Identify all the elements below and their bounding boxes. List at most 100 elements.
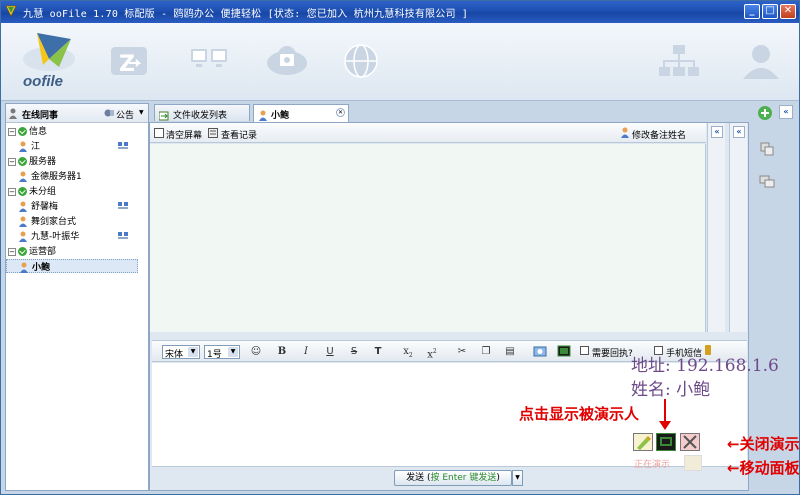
message-display (150, 144, 706, 332)
collapse-right-icon[interactable]: « (779, 105, 793, 119)
tree-user[interactable]: 舒馨梅 (18, 199, 58, 213)
group-label: 未分组 (29, 187, 57, 197)
emoji-icon[interactable]: ☺ (248, 345, 264, 359)
user-icon (20, 262, 28, 273)
computer-icon (118, 232, 128, 239)
group-icon (18, 157, 27, 166)
subscript-icon[interactable]: x2 (400, 345, 416, 359)
edit-name-icon (621, 127, 629, 138)
send-options-dropdown[interactable]: ▼ (512, 470, 523, 486)
underline-icon[interactable]: U (322, 345, 338, 359)
transfer-icon[interactable] (759, 141, 775, 157)
cut-icon[interactable]: ✂ (454, 345, 470, 359)
history-icon (208, 128, 218, 138)
user-label: 九慧-叶振华 (31, 232, 80, 242)
svg-text:Z: Z (119, 52, 135, 77)
move-panel-annotation: ←移动面板 (727, 459, 800, 477)
expand-toggle-icon[interactable]: − (8, 187, 16, 196)
collapse-left-icon[interactable]: « (711, 126, 723, 138)
tree-group[interactable]: − 未分组 (8, 184, 56, 198)
user-label: 舞剑家台式 (31, 217, 77, 227)
demo-status-label: 正在演示 (634, 460, 671, 470)
tree-user[interactable]: 小鲍 (6, 259, 138, 273)
clear-screen-icon (154, 128, 164, 138)
computer-icon (118, 202, 128, 209)
clear-screen-button[interactable]: 清空屏幕 (166, 128, 202, 141)
view-history-button[interactable]: 查看记录 (221, 128, 257, 141)
name-annotation: 姓名: 小鲍 (631, 380, 711, 400)
group-icon (18, 187, 27, 196)
paste-icon[interactable]: ▤ (502, 345, 518, 359)
minimize-button[interactable]: _ (744, 4, 760, 19)
tree-group[interactable]: − 信息 (8, 124, 47, 138)
user-icon (19, 141, 27, 152)
superscript-icon[interactable]: x2 (424, 345, 440, 360)
italic-icon[interactable]: I (298, 345, 314, 359)
move-panel-handle[interactable] (684, 455, 702, 471)
tree-group[interactable]: − 服务器 (8, 154, 56, 168)
send-file-icon[interactable]: Z (107, 41, 151, 81)
chat-toolbar: 清空屏幕 查看记录 修改备注姓名 (150, 123, 706, 143)
need-reply-label: 需要回执? (592, 349, 633, 359)
user-icon (19, 216, 27, 227)
main-window: 九慧 ooFile 1.70 标配版 - 鸥鸥办公 便捷轻松 [状态: 您已加入… (0, 0, 800, 495)
send-button[interactable]: 发送 (按 Enter 键发送) (394, 470, 512, 486)
font-select[interactable]: 宋体 ▼ (162, 345, 200, 360)
file-transfer-icon (158, 111, 169, 120)
edit-remark-name-button[interactable]: 修改备注姓名 (632, 128, 686, 141)
oofile-logo: oofile (19, 29, 89, 95)
tree-user[interactable]: 金德服务器1 (18, 169, 82, 183)
send-row: 发送 (按 Enter 键发送) ▼ (150, 467, 748, 490)
maximize-button[interactable]: □ (762, 4, 778, 19)
demo-pen-icon[interactable] (633, 433, 653, 451)
user-icon (19, 231, 27, 242)
globe-icon[interactable] (339, 41, 383, 81)
group-icon (18, 247, 27, 256)
announcement-button[interactable]: 公告 (116, 108, 134, 121)
share-screen-icon[interactable] (759, 173, 775, 189)
tree-user[interactable]: 江 (18, 139, 40, 153)
app-icon (5, 5, 17, 17)
strikethrough-icon[interactable]: S (346, 345, 362, 359)
expand-toggle-icon[interactable]: − (8, 127, 16, 136)
cloud-storage-icon[interactable] (265, 41, 309, 81)
tab-chat-xiaobao[interactable]: 小鲍 ✕ (253, 104, 349, 122)
remote-desktop-icon[interactable] (187, 41, 231, 81)
close-demo-icon[interactable] (680, 433, 700, 451)
close-button[interactable]: ✕ (780, 4, 796, 19)
tab-file-transfer-list[interactable]: 文件收发列表 (154, 104, 250, 121)
need-reply-checkbox[interactable] (580, 346, 589, 355)
font-size-select[interactable]: 1号 ▼ (204, 345, 240, 360)
down-arrow-icon (659, 399, 671, 430)
expand-toggle-icon[interactable]: − (8, 157, 16, 166)
text-color-icon[interactable]: T (370, 345, 386, 359)
collapse-left-icon-2[interactable]: « (733, 126, 745, 138)
announcement-dropdown-icon[interactable]: ▼ (139, 109, 144, 116)
window-title: 九慧 ooFile 1.70 标配版 - 鸥鸥办公 便捷轻松 [状态: 您已加入… (23, 9, 469, 20)
announcement-icon (104, 109, 114, 117)
copy-icon[interactable]: ❐ (478, 345, 494, 359)
main-toolbar: oofile Z (1, 23, 799, 101)
screen-capture-icon[interactable] (556, 345, 572, 359)
contacts-panel: 在线同事 公告 ▼ − 信息江 − 服务器 金德服务器1 − 未分组 舒馨梅 舞剑家台式 九慧-叶… (5, 103, 149, 491)
user-icon (19, 171, 27, 182)
user-label: 小鲍 (32, 263, 51, 273)
tree-user[interactable]: 舞剑家台式 (18, 214, 76, 228)
group-label: 服务器 (29, 157, 57, 167)
expand-toggle-icon[interactable]: − (8, 247, 16, 256)
chat-tabs: 文件收发列表 小鲍 ✕ (151, 103, 751, 122)
screenshot-icon[interactable] (532, 345, 548, 359)
collapse-column-2: « (729, 123, 747, 332)
bold-icon[interactable]: B (274, 345, 290, 359)
tree-group[interactable]: − 运营部 (8, 244, 56, 258)
group-icon (18, 127, 27, 136)
user-profile-icon[interactable] (739, 41, 783, 81)
tree-user[interactable]: 九慧-叶振华 (18, 229, 79, 243)
org-chart-icon[interactable] (657, 41, 701, 81)
address-annotation: 地址: 192.168.1.6 (631, 356, 779, 376)
close-tab-icon[interactable]: ✕ (336, 108, 345, 117)
logo-icon (23, 33, 75, 71)
add-icon[interactable] (757, 105, 773, 121)
show-presenter-icon[interactable] (656, 433, 676, 451)
click-show-annotation: 点击显示被演示人 (519, 405, 640, 423)
